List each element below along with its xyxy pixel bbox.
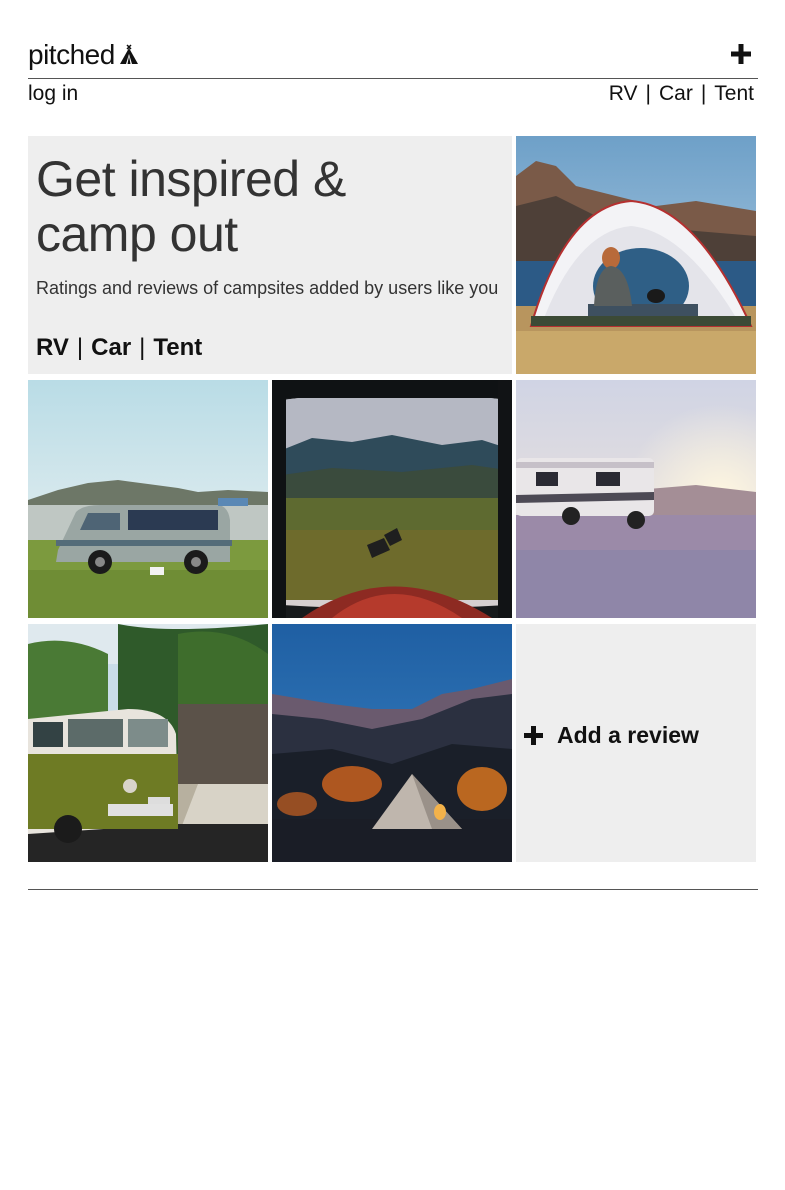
photo-tile-hammock-view[interactable] xyxy=(272,380,512,618)
logo-text: pitched xyxy=(28,39,115,70)
nav-type-rv[interactable]: RV xyxy=(609,80,638,108)
photo-tile-rv-sunset[interactable] xyxy=(516,380,756,618)
hero-title-line1: Get inspired & xyxy=(36,151,346,207)
hero-type-car[interactable]: Car xyxy=(91,334,131,362)
plus-icon[interactable] xyxy=(730,43,752,65)
hammock-view-photo xyxy=(272,380,512,618)
add-review-content: Add a review xyxy=(524,720,699,750)
hero-subtitle: Ratings and reviews of campsites added b… xyxy=(36,278,499,298)
vw-bus-photo xyxy=(28,624,268,862)
hero-panel: Get inspired & camp out Ratings and revi… xyxy=(28,136,512,374)
plus-icon xyxy=(524,725,543,745)
hero-title-line2: camp out xyxy=(36,206,238,262)
hero-separator: | xyxy=(139,334,146,361)
hero-title: Get inspired & camp out xyxy=(36,152,496,262)
sub-nav: log in RV | Car | Tent xyxy=(28,80,754,108)
nav-separator: | xyxy=(700,82,707,105)
hero-type-tent[interactable]: Tent xyxy=(153,334,202,362)
add-review-tile[interactable]: Add a review xyxy=(516,624,756,862)
footer-divider xyxy=(28,889,758,890)
photo-tile-tent-lake[interactable] xyxy=(516,136,756,374)
site-header: pitched xyxy=(28,38,758,79)
nav-separator: | xyxy=(645,82,651,105)
photo-tile-canyon-tent[interactable] xyxy=(272,624,512,862)
photo-tile-vw-bus[interactable] xyxy=(28,624,268,862)
login-link[interactable]: log in xyxy=(28,80,78,108)
hero-type-links: RV | Car | Tent xyxy=(36,334,202,362)
tent-lake-photo xyxy=(516,136,756,374)
van-beach-photo xyxy=(28,380,268,618)
photo-tile-van-beach[interactable] xyxy=(28,380,268,618)
rv-sunset-photo xyxy=(516,380,756,618)
add-review-label: Add a review xyxy=(557,721,699,748)
camp-type-nav: RV | Car | Tent xyxy=(609,80,754,108)
hero-separator: | xyxy=(76,334,84,361)
hero-type-rv[interactable]: RV xyxy=(36,334,69,362)
canyon-tent-photo xyxy=(272,624,512,862)
nav-type-car[interactable]: Car xyxy=(659,80,693,108)
logo[interactable]: pitched xyxy=(28,38,140,72)
tent-icon xyxy=(119,44,138,64)
nav-type-tent[interactable]: Tent xyxy=(714,80,754,108)
